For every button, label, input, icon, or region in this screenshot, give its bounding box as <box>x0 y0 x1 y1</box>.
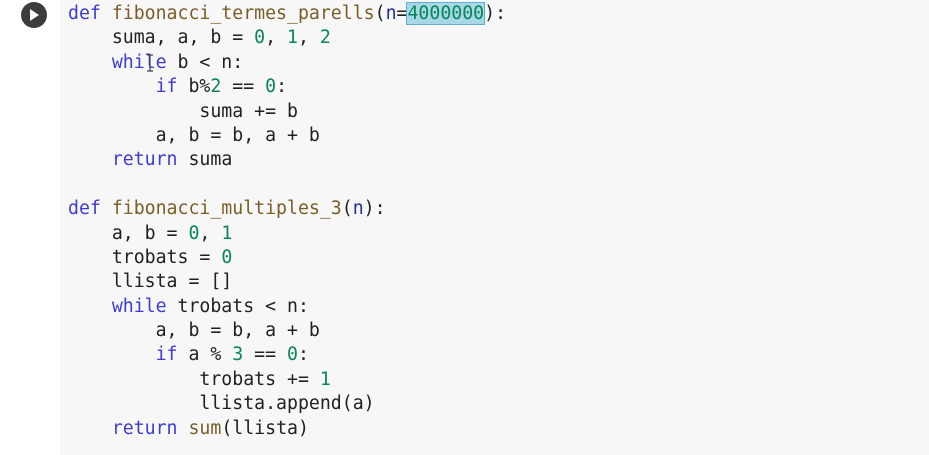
param-n: n <box>385 3 397 24</box>
keyword-if: if <box>155 76 178 98</box>
code-line: return sum(llista) <box>68 417 506 441</box>
number: 1 <box>221 222 233 244</box>
function-name: fibonacci_termes_parells <box>111 3 375 24</box>
code-text-segment: suma += b <box>199 100 298 122</box>
code-text-segment: trobats += <box>199 368 320 390</box>
code-text-segment: (llista) <box>221 417 309 439</box>
code-line: llista.append(a) <box>68 392 506 416</box>
code-line: a, b = b, a + b <box>68 319 506 343</box>
code-text-segment: a % <box>177 344 233 366</box>
code-line: def fibonacci_multiples_3(n): <box>68 197 506 221</box>
number: 2 <box>319 27 331 49</box>
code-text-segment: trobats < n: <box>166 295 309 317</box>
notebook-page: def fibonacci_termes_parells(n=4000000):… <box>0 0 929 455</box>
code-line: if a % 3 == 0: <box>68 343 506 367</box>
code-line: suma += b <box>68 100 506 124</box>
keyword-while: while <box>111 295 167 317</box>
code-text-segment: trobats = <box>111 246 222 268</box>
code-line: while b < n: <box>68 51 506 75</box>
code-line: a, b = 0, 1 <box>68 222 506 246</box>
function-name: fibonacci_multiples_3 <box>111 198 342 220</box>
code-text-segment: a, b = <box>111 222 189 244</box>
comma: , <box>199 222 222 244</box>
code-cell[interactable]: def fibonacci_termes_parells(n=4000000):… <box>0 0 929 455</box>
keyword-def: def <box>68 198 101 220</box>
number: 0 <box>287 344 298 366</box>
code-text-segment: llista = [] <box>111 271 233 293</box>
code-line: a, b = b, a + b <box>68 124 506 148</box>
number: 0 <box>254 27 266 49</box>
number: 1 <box>319 368 331 390</box>
code-line: while trobats < n: <box>68 295 506 319</box>
keyword-if: if <box>155 344 178 366</box>
code-line: suma, a, b = 0, 1, 2 <box>68 26 506 50</box>
param-n: n <box>352 198 364 220</box>
code-text-segment: a, b = b, a + b <box>155 124 320 146</box>
code-line: trobats += 1 <box>68 368 506 392</box>
colon: : <box>276 76 288 98</box>
keyword-return: return <box>111 149 178 171</box>
code-line: llista = [] <box>68 270 506 294</box>
code-text[interactable]: def fibonacci_termes_parells(n=4000000):… <box>68 2 506 441</box>
code-line: if b%2 == 0: <box>68 75 506 99</box>
number: 2 <box>210 76 222 98</box>
colon: : <box>297 344 309 366</box>
paren-open: ( <box>341 198 353 220</box>
code-text-segment: b < n: <box>166 51 244 73</box>
play-icon <box>28 8 40 22</box>
keyword-def: def <box>68 3 101 24</box>
paren-close: ): <box>363 198 386 220</box>
keyword-while: while <box>111 51 167 73</box>
keyword-return: return <box>111 417 178 439</box>
equals: = <box>396 3 408 24</box>
selected-number: 4000000 <box>406 2 486 25</box>
cell-gutter <box>0 0 60 455</box>
paren-close: ): <box>484 3 507 24</box>
comma: , <box>265 27 288 49</box>
builtin-sum: sum <box>188 417 222 439</box>
code-text-segment: a, b = b, a + b <box>155 320 320 342</box>
comma: , <box>297 27 320 49</box>
text-cursor-icon <box>146 54 154 72</box>
code-text-segment: b% <box>177 76 211 98</box>
run-cell-button[interactable] <box>21 2 47 28</box>
number: 0 <box>265 76 277 98</box>
code-text-segment: llista.append(a) <box>199 393 375 415</box>
code-text-segment: == <box>243 344 288 366</box>
number: 1 <box>287 27 298 49</box>
number: 0 <box>188 222 200 244</box>
number: 3 <box>232 344 244 366</box>
code-line: def fibonacci_termes_parells(n=4000000): <box>68 2 506 26</box>
code-text-segment: suma <box>177 149 233 171</box>
code-line: return suma <box>68 148 506 172</box>
number: 0 <box>221 246 233 268</box>
code-text-segment: == <box>221 76 266 98</box>
paren-open: ( <box>374 3 386 24</box>
code-text-segment: suma, a, b = <box>111 27 255 49</box>
code-line: trobats = 0 <box>68 246 506 270</box>
